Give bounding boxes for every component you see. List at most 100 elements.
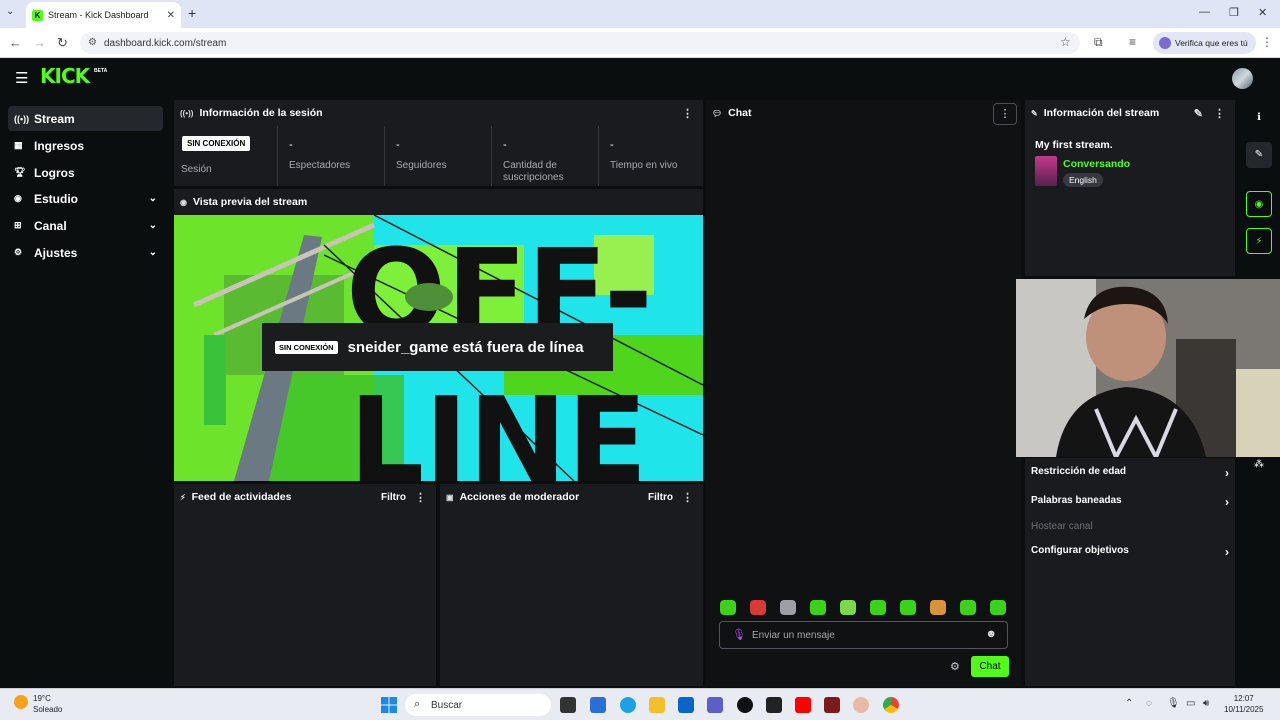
emote-icon[interactable] — [960, 600, 976, 615]
moderator-actions-header: ▣ Acciones de moderador Filtro ⋮ — [440, 484, 703, 510]
volume-icon[interactable]: 🔊︎ — [1203, 698, 1209, 709]
kebab-menu-icon[interactable]: ⋮ — [1214, 107, 1225, 120]
chat-panel: 💬︎ Chat — [706, 100, 1021, 686]
lightning-icon[interactable]: ⚡︎ — [1246, 228, 1272, 254]
network-icon[interactable]: ▭ — [1186, 698, 1195, 709]
stat-viewers: - Espectadores — [278, 126, 385, 186]
sidebar-item-ajustes[interactable]: ⚙ Ajustes ⌄ — [8, 240, 163, 265]
reload-icon[interactable]: ↻ — [57, 35, 68, 51]
capcut-icon[interactable] — [766, 697, 782, 713]
restore-icon[interactable]: ❐ — [1229, 6, 1239, 19]
windows-start-icon[interactable] — [381, 697, 397, 713]
taskbar-search[interactable]: ⌕ Buscar — [405, 694, 551, 716]
file-explorer-icon[interactable] — [649, 697, 665, 713]
emote-icon[interactable] — [870, 600, 886, 615]
tray-app-icon[interactable]: ◌ — [1146, 698, 1152, 709]
chevron-right-icon: › — [1225, 466, 1229, 480]
emote-icon[interactable] — [750, 600, 766, 615]
emote-icon[interactable] — [780, 600, 796, 615]
emote-icon[interactable] — [990, 600, 1006, 615]
youtube-icon[interactable] — [795, 697, 811, 713]
weather-icon[interactable] — [14, 695, 28, 709]
pencil-icon[interactable]: ✎ — [1246, 142, 1272, 168]
send-chat-button[interactable]: Chat — [971, 656, 1009, 677]
edit-icon[interactable]: ✎ — [1194, 107, 1203, 120]
emoji-icon[interactable]: ☻ — [985, 628, 997, 640]
paint-icon[interactable] — [853, 697, 869, 713]
weather-widget[interactable]: 19°C Soleado — [33, 693, 62, 715]
chat-options-button[interactable]: ⋮ — [993, 103, 1017, 125]
microphone-tray-icon[interactable]: 🎙︎ — [1167, 698, 1180, 709]
extensions-icon[interactable]: ⧉ — [1094, 35, 1103, 50]
clock-time: 12:07 — [1233, 694, 1254, 703]
kebab-menu-icon[interactable]: ⋮ — [682, 491, 693, 504]
stat-value: - — [503, 139, 507, 151]
sidebar-item-canal[interactable]: ⊞ Canal ⌄ — [8, 213, 163, 238]
chat-settings-icon[interactable]: ⚙ — [950, 660, 960, 673]
url-bar[interactable]: ⚙ dashboard.kick.com/stream — [80, 32, 1080, 54]
stat-value: - — [289, 139, 293, 151]
microphone-icon[interactable]: 🎙︎ — [732, 628, 746, 641]
edge-icon[interactable] — [620, 697, 636, 713]
chevron-right-icon: › — [1225, 495, 1229, 509]
activity-feed-header: ⚡︎ Feed de actividades Filtro ⋮ — [174, 484, 436, 510]
site-info-icon[interactable]: ⚙ — [88, 37, 97, 48]
media-icon[interactable]: ≡ — [1129, 35, 1136, 49]
stream-category[interactable]: Conversando — [1063, 158, 1130, 170]
activity-feed-panel: ⚡︎ Feed de actividades Filtro ⋮ — [174, 484, 436, 686]
task-view-icon[interactable] — [560, 697, 576, 713]
moderator-actions-panel: ▣ Acciones de moderador Filtro ⋮ — [440, 484, 703, 686]
close-tab-icon[interactable]: ✕ — [167, 10, 175, 21]
camera-icon[interactable]: ◉ — [1246, 191, 1272, 217]
hamburger-menu-icon[interactable]: ☰ — [15, 69, 28, 87]
browser-menu-icon[interactable]: ⋮ — [1261, 35, 1273, 49]
activity-filter-button[interactable]: Filtro — [381, 492, 406, 503]
stat-label: Cantidad de suscripciones — [503, 160, 564, 183]
emote-icon[interactable] — [720, 600, 736, 615]
moderator-filter-button[interactable]: Filtro — [648, 492, 673, 503]
stat-value: - — [610, 139, 614, 151]
offline-badge: SIN CONEXIÓN — [182, 136, 251, 151]
kebab-menu-icon[interactable]: ⋮ — [415, 491, 426, 504]
bookmark-star-icon[interactable]: ☆ — [1060, 35, 1071, 49]
back-icon[interactable]: ← — [9, 35, 22, 50]
system-clock[interactable]: 12:07 10/11/2025 — [1224, 693, 1263, 715]
sidebar-item-stream[interactable]: ((•)) Stream — [8, 106, 163, 131]
shield-icon: ▣ — [446, 492, 454, 502]
forward-icon[interactable]: → — [33, 35, 46, 50]
chrome-icon[interactable] — [883, 697, 899, 713]
stat-label: Seguidores — [396, 160, 447, 171]
sidebar-item-logros[interactable]: 🏆︎ Logros — [8, 160, 163, 185]
window-close-icon[interactable]: ✕ — [1258, 6, 1267, 19]
settings-row-banned-words[interactable]: Palabras baneadas › — [1031, 495, 1229, 509]
kick-logo[interactable]: KICK — [40, 64, 90, 88]
emote-icon[interactable] — [840, 600, 856, 615]
tab-list-chevron-icon[interactable]: ⌄ — [6, 6, 14, 17]
emote-icon[interactable] — [900, 600, 916, 615]
sidebar-item-label: Ingresos — [34, 138, 85, 153]
emote-icon[interactable] — [810, 600, 826, 615]
sidebar-item-ingresos[interactable]: ▦ Ingresos — [8, 133, 163, 158]
offline-bg-text-2: LINE — [349, 371, 647, 481]
store-icon[interactable] — [590, 697, 606, 713]
tiktok-icon[interactable] — [737, 697, 753, 713]
sidebar-item-label: Stream — [34, 111, 75, 126]
info-icon[interactable]: ℹ — [1246, 105, 1272, 131]
sidebar-item-estudio[interactable]: ◉ Estudio ⌄ — [8, 186, 163, 211]
stat-label: Sesión — [181, 164, 212, 175]
settings-row-goals[interactable]: Configurar objetivos › — [1031, 545, 1229, 559]
new-tab-icon[interactable]: + — [188, 5, 196, 21]
chat-message-input[interactable] — [752, 626, 972, 644]
minimize-icon[interactable]: — — [1199, 6, 1210, 18]
outlook-icon[interactable] — [678, 697, 694, 713]
browser-tab[interactable]: K Stream - Kick Dashboard ✕ — [26, 2, 181, 28]
app-icon[interactable] — [824, 697, 840, 713]
user-avatar[interactable] — [1232, 68, 1253, 89]
emote-icon[interactable] — [930, 600, 946, 615]
kebab-menu-icon[interactable]: ⋮ — [682, 107, 693, 120]
settings-row-age-restriction[interactable]: Restricción de edad › — [1031, 466, 1229, 480]
verify-profile-button[interactable]: Verifica que eres tú — [1153, 32, 1256, 54]
stream-preview-header: ◉ Vista previa del stream — [174, 189, 703, 215]
tray-overflow-icon[interactable]: ⌃ — [1125, 698, 1133, 709]
teams-icon[interactable] — [707, 697, 723, 713]
